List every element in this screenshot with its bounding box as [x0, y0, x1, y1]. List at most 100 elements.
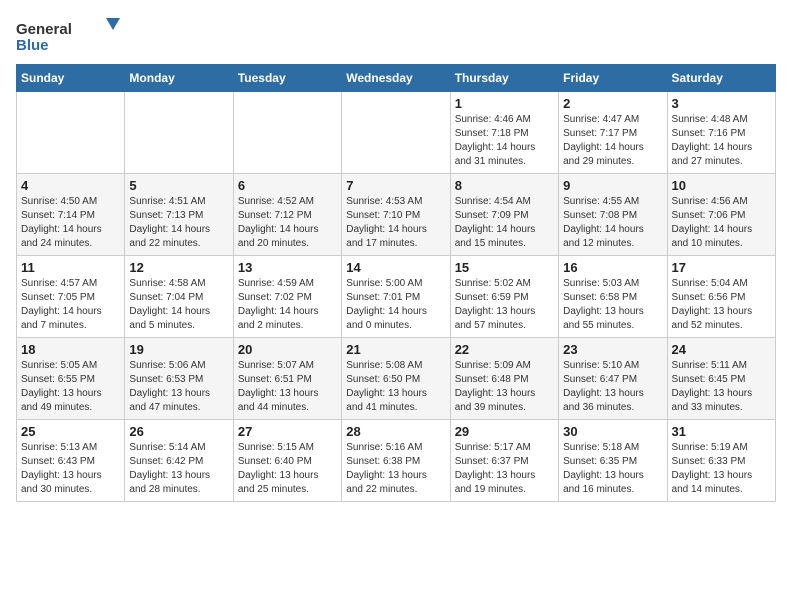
calendar-day-31: 31 Sunrise: 5:19 AM Sunset: 6:33 PM Dayli…	[667, 420, 775, 502]
day-info: Sunrise: 5:19 AM Sunset: 6:33 PM Dayligh…	[672, 441, 771, 497]
calendar-header-row: SundayMondayTuesdayWednesdayThursdayFrid…	[17, 65, 776, 92]
day-number: 22	[455, 342, 554, 357]
calendar-day-24: 24Sunrise: 5:11 AM Sunset: 6:45 PM Dayli…	[667, 338, 775, 420]
day-info: Sunrise: 5:06 AM Sunset: 6:53 PM Dayligh…	[129, 359, 228, 415]
logo-icon: GeneralBlue	[16, 16, 136, 56]
calendar-day-19: 19 Sunrise: 5:06 AM Sunset: 6:53 PM Dayli…	[125, 338, 233, 420]
day-info: Sunrise: 5:11 AM Sunset: 6:45 PM Dayligh…	[672, 359, 771, 415]
day-number: 28	[346, 424, 445, 439]
day-info: Sunrise: 4:48 AM Sunset: 7:16 PM Dayligh…	[672, 113, 771, 169]
day-number: 29	[455, 424, 554, 439]
day-number: 14	[346, 260, 445, 275]
day-info: Sunrise: 5:09 AM Sunset: 6:48 PM Dayligh…	[455, 359, 554, 415]
calendar-day-5: 5Sunrise: 4:51 AM Sunset: 7:13 PM Daylig…	[125, 174, 233, 256]
weekday-header-thursday: Thursday	[450, 65, 558, 92]
calendar-empty-cell	[125, 92, 233, 174]
svg-text:General: General	[16, 21, 72, 38]
day-info: Sunrise: 4:55 AM Sunset: 7:08 PM Dayligh…	[563, 195, 662, 251]
day-info: Sunrise: 5:14 AM Sunset: 6:42 PM Dayligh…	[129, 441, 228, 497]
day-number: 23	[563, 342, 662, 357]
day-number: 19	[129, 342, 228, 357]
calendar-day-30: 30 Sunrise: 5:18 AM Sunset: 6:35 PM Dayli…	[559, 420, 667, 502]
calendar-week-row: 4Sunrise: 4:50 AM Sunset: 7:14 PM Daylig…	[17, 174, 776, 256]
day-number: 7	[346, 178, 445, 193]
calendar-day-8: 8 Sunrise: 4:54 AM Sunset: 7:09 PM Daylig…	[450, 174, 558, 256]
calendar-day-20: 20Sunrise: 5:07 AM Sunset: 6:51 PM Dayli…	[233, 338, 341, 420]
day-number: 17	[672, 260, 771, 275]
calendar-day-13: 13 Sunrise: 4:59 AM Sunset: 7:02 PM Dayli…	[233, 256, 341, 338]
day-number: 15	[455, 260, 554, 275]
day-info: Sunrise: 5:16 AM Sunset: 6:38 PM Dayligh…	[346, 441, 445, 497]
day-info: Sunrise: 4:51 AM Sunset: 7:13 PM Dayligh…	[129, 195, 228, 251]
day-info: Sunrise: 4:53 AM Sunset: 7:10 PM Dayligh…	[346, 195, 445, 251]
calendar-day-22: 22 Sunrise: 5:09 AM Sunset: 6:48 PM Dayli…	[450, 338, 558, 420]
calendar-day-14: 14 Sunrise: 5:00 AM Sunset: 7:01 PM Dayli…	[342, 256, 450, 338]
day-number: 13	[238, 260, 337, 275]
day-info: Sunrise: 5:03 AM Sunset: 6:58 PM Dayligh…	[563, 277, 662, 333]
day-number: 2	[563, 96, 662, 111]
day-info: Sunrise: 4:52 AM Sunset: 7:12 PM Dayligh…	[238, 195, 337, 251]
calendar-table: SundayMondayTuesdayWednesdayThursdayFrid…	[16, 64, 776, 502]
calendar-day-28: 28 Sunrise: 5:16 AM Sunset: 6:38 PM Dayli…	[342, 420, 450, 502]
calendar-day-27: 27Sunrise: 5:15 AM Sunset: 6:40 PM Dayli…	[233, 420, 341, 502]
calendar-day-21: 21 Sunrise: 5:08 AM Sunset: 6:50 PM Dayli…	[342, 338, 450, 420]
weekday-header-friday: Friday	[559, 65, 667, 92]
day-info: Sunrise: 5:18 AM Sunset: 6:35 PM Dayligh…	[563, 441, 662, 497]
day-info: Sunrise: 4:58 AM Sunset: 7:04 PM Dayligh…	[129, 277, 228, 333]
day-number: 6	[238, 178, 337, 193]
day-info: Sunrise: 5:04 AM Sunset: 6:56 PM Dayligh…	[672, 277, 771, 333]
calendar-day-9: 9 Sunrise: 4:55 AM Sunset: 7:08 PM Daylig…	[559, 174, 667, 256]
day-info: Sunrise: 5:08 AM Sunset: 6:50 PM Dayligh…	[346, 359, 445, 415]
page-header: GeneralBlue	[16, 16, 776, 56]
day-info: Sunrise: 4:56 AM Sunset: 7:06 PM Dayligh…	[672, 195, 771, 251]
calendar-day-29: 29 Sunrise: 5:17 AM Sunset: 6:37 PM Dayli…	[450, 420, 558, 502]
day-number: 11	[21, 260, 120, 275]
day-info: Sunrise: 5:00 AM Sunset: 7:01 PM Dayligh…	[346, 277, 445, 333]
calendar-day-3: 3Sunrise: 4:48 AM Sunset: 7:16 PM Daylig…	[667, 92, 775, 174]
day-number: 9	[563, 178, 662, 193]
calendar-day-16: 16 Sunrise: 5:03 AM Sunset: 6:58 PM Dayli…	[559, 256, 667, 338]
day-info: Sunrise: 5:05 AM Sunset: 6:55 PM Dayligh…	[21, 359, 120, 415]
calendar-day-26: 26 Sunrise: 5:14 AM Sunset: 6:42 PM Dayli…	[125, 420, 233, 502]
day-number: 30	[563, 424, 662, 439]
calendar-day-12: 12 Sunrise: 4:58 AM Sunset: 7:04 PM Dayli…	[125, 256, 233, 338]
calendar-day-2: 2 Sunrise: 4:47 AM Sunset: 7:17 PM Daylig…	[559, 92, 667, 174]
day-number: 20	[238, 342, 337, 357]
logo: GeneralBlue	[16, 16, 136, 56]
calendar-week-row: 18Sunrise: 5:05 AM Sunset: 6:55 PM Dayli…	[17, 338, 776, 420]
weekday-header-tuesday: Tuesday	[233, 65, 341, 92]
weekday-header-wednesday: Wednesday	[342, 65, 450, 92]
calendar-day-1: 1 Sunrise: 4:46 AM Sunset: 7:18 PM Daylig…	[450, 92, 558, 174]
day-number: 4	[21, 178, 120, 193]
calendar-day-4: 4Sunrise: 4:50 AM Sunset: 7:14 PM Daylig…	[17, 174, 125, 256]
day-number: 12	[129, 260, 228, 275]
day-number: 26	[129, 424, 228, 439]
day-info: Sunrise: 4:57 AM Sunset: 7:05 PM Dayligh…	[21, 277, 120, 333]
day-number: 1	[455, 96, 554, 111]
day-info: Sunrise: 4:47 AM Sunset: 7:17 PM Dayligh…	[563, 113, 662, 169]
calendar-empty-cell	[17, 92, 125, 174]
day-info: Sunrise: 5:13 AM Sunset: 6:43 PM Dayligh…	[21, 441, 120, 497]
day-number: 10	[672, 178, 771, 193]
day-info: Sunrise: 4:59 AM Sunset: 7:02 PM Dayligh…	[238, 277, 337, 333]
calendar-day-7: 7 Sunrise: 4:53 AM Sunset: 7:10 PM Daylig…	[342, 174, 450, 256]
day-info: Sunrise: 5:17 AM Sunset: 6:37 PM Dayligh…	[455, 441, 554, 497]
day-info: Sunrise: 4:46 AM Sunset: 7:18 PM Dayligh…	[455, 113, 554, 169]
day-info: Sunrise: 5:15 AM Sunset: 6:40 PM Dayligh…	[238, 441, 337, 497]
calendar-week-row: 1 Sunrise: 4:46 AM Sunset: 7:18 PM Daylig…	[17, 92, 776, 174]
calendar-week-row: 25 Sunrise: 5:13 AM Sunset: 6:43 PM Dayli…	[17, 420, 776, 502]
calendar-empty-cell	[342, 92, 450, 174]
calendar-empty-cell	[233, 92, 341, 174]
day-number: 16	[563, 260, 662, 275]
day-info: Sunrise: 4:54 AM Sunset: 7:09 PM Dayligh…	[455, 195, 554, 251]
day-number: 8	[455, 178, 554, 193]
calendar-day-25: 25 Sunrise: 5:13 AM Sunset: 6:43 PM Dayli…	[17, 420, 125, 502]
day-number: 31	[672, 424, 771, 439]
day-info: Sunrise: 5:02 AM Sunset: 6:59 PM Dayligh…	[455, 277, 554, 333]
calendar-day-23: 23Sunrise: 5:10 AM Sunset: 6:47 PM Dayli…	[559, 338, 667, 420]
svg-text:Blue: Blue	[16, 37, 49, 54]
day-number: 25	[21, 424, 120, 439]
calendar-day-10: 10 Sunrise: 4:56 AM Sunset: 7:06 PM Dayli…	[667, 174, 775, 256]
weekday-header-saturday: Saturday	[667, 65, 775, 92]
day-number: 21	[346, 342, 445, 357]
